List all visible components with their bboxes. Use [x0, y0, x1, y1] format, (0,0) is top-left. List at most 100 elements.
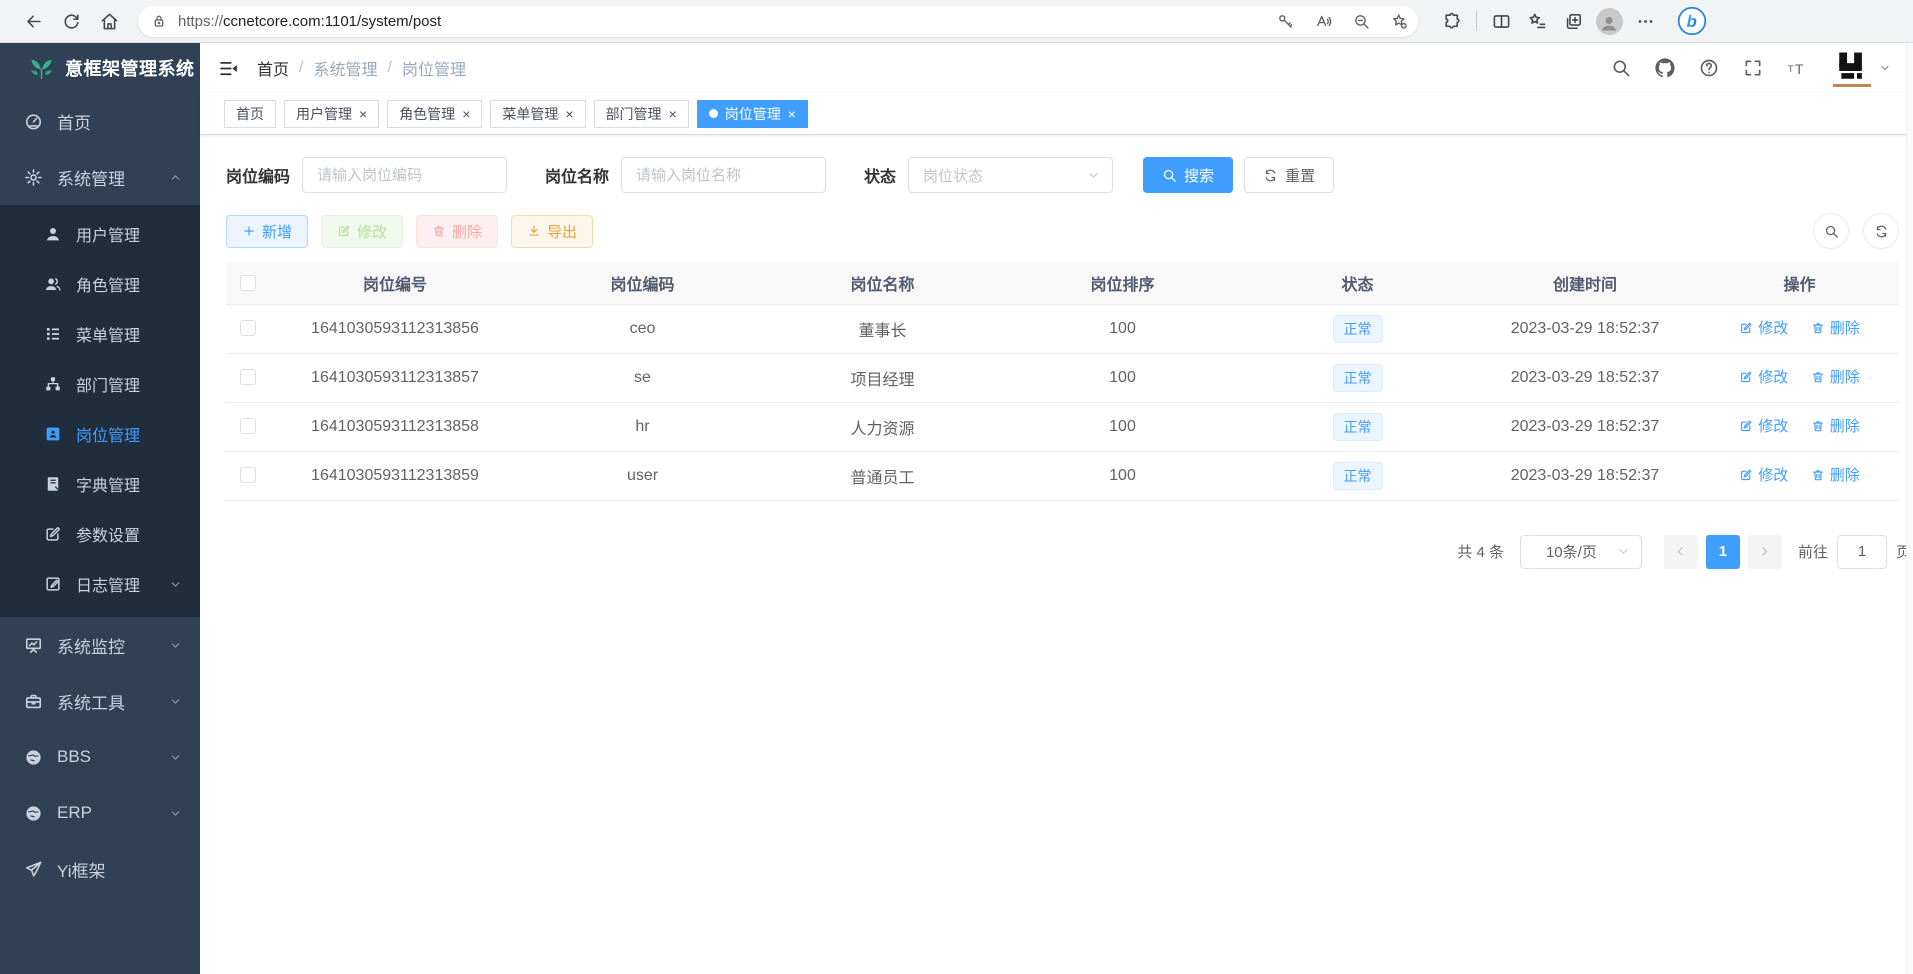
tab-close-icon[interactable]: ×: [565, 107, 573, 121]
browser-back-button[interactable]: [14, 4, 52, 38]
refresh-table-button[interactable]: [1863, 213, 1899, 249]
breadcrumb-home[interactable]: 首页: [257, 56, 289, 80]
tab-home[interactable]: 首页: [224, 100, 276, 128]
row-edit-link[interactable]: 修改: [1739, 366, 1788, 387]
status-badge[interactable]: 正常: [1333, 413, 1383, 441]
text-size-icon[interactable]: TT: [1787, 58, 1807, 78]
user-avatar[interactable]: [1833, 49, 1871, 87]
active-tab-dot: [709, 109, 718, 118]
sidebar-item-menu-management[interactable]: 菜单管理: [0, 309, 200, 359]
goto-page-input[interactable]: [1837, 535, 1887, 569]
tab-menu-management[interactable]: 菜单管理×: [490, 100, 585, 128]
tab-close-icon[interactable]: ×: [669, 107, 677, 121]
delete-button[interactable]: 删除: [416, 215, 498, 248]
show-search-toggle-button[interactable]: [1813, 213, 1849, 249]
row-delete-link[interactable]: 删除: [1811, 366, 1860, 387]
page-number-1[interactable]: 1: [1706, 535, 1740, 569]
reset-button[interactable]: 重置: [1244, 157, 1334, 193]
header-actions: TT: [1587, 49, 1891, 87]
row-edit-link[interactable]: 修改: [1739, 464, 1788, 485]
tab-close-icon[interactable]: ×: [462, 107, 470, 121]
favorites-button[interactable]: [1519, 4, 1555, 38]
page-size-select[interactable]: 10条/页: [1520, 535, 1642, 569]
next-page-button[interactable]: [1748, 535, 1782, 569]
row-delete-link[interactable]: 删除: [1811, 415, 1860, 436]
sidebar-item-bbs[interactable]: BBS: [0, 729, 200, 785]
status-badge[interactable]: 正常: [1333, 364, 1383, 392]
profile-button[interactable]: [1591, 4, 1627, 38]
table-row[interactable]: 1641030593112313856 ceo 董事长 100 正常 2023-…: [226, 304, 1899, 353]
collections-button[interactable]: [1555, 4, 1591, 38]
sidebar-item-system-tools[interactable]: 系统工具: [0, 673, 200, 729]
address-bar[interactable]: https://ccnetcore.com:1101/system/post: [138, 6, 1418, 37]
status-select[interactable]: 岗位状态: [908, 157, 1113, 193]
help-icon[interactable]: [1699, 58, 1719, 78]
prev-page-button[interactable]: [1664, 535, 1698, 569]
post-code-input[interactable]: [302, 157, 507, 193]
split-screen-button[interactable]: [1483, 4, 1519, 38]
tab-dept-management[interactable]: 部门管理×: [594, 100, 689, 128]
sidebar-item-system-monitor[interactable]: 系统监控: [0, 617, 200, 673]
row-checkbox[interactable]: [240, 369, 256, 385]
post-name-input[interactable]: [621, 157, 826, 193]
column-header: 状态: [1245, 262, 1470, 304]
search-icon: [1824, 224, 1839, 239]
browser-menu-button[interactable]: [1627, 4, 1663, 38]
sidebar-item-user-management[interactable]: 用户管理: [0, 209, 200, 259]
sidebar-item-erp[interactable]: ERP: [0, 785, 200, 841]
select-all-checkbox[interactable]: [240, 275, 256, 291]
read-aloud-icon[interactable]: [1315, 13, 1332, 30]
tab-role-management[interactable]: 角色管理×: [387, 100, 482, 128]
row-edit-link[interactable]: 修改: [1739, 415, 1788, 436]
sidebar-item-system-management[interactable]: 系统管理: [0, 149, 200, 205]
sidebar-item-label: 字典管理: [76, 472, 182, 496]
fullscreen-icon[interactable]: [1743, 58, 1763, 78]
sidebar-item-label: 日志管理: [76, 572, 169, 596]
password-key-icon[interactable]: [1277, 13, 1294, 30]
favorite-add-icon[interactable]: [1391, 13, 1408, 30]
row-delete-link[interactable]: 删除: [1811, 464, 1860, 485]
sidebar-item-log-management[interactable]: 日志管理: [0, 559, 200, 609]
extensions-button[interactable]: [1434, 4, 1470, 38]
tab-user-management[interactable]: 用户管理×: [284, 100, 379, 128]
toolbox-icon: [24, 692, 43, 711]
github-icon[interactable]: [1655, 58, 1675, 78]
status-badge[interactable]: 正常: [1333, 315, 1383, 343]
avatar-logo: [1833, 49, 1871, 83]
page-size-value: 10条/页: [1546, 541, 1597, 562]
avatar-caret-down-icon[interactable]: [1879, 62, 1891, 74]
edit-button[interactable]: 修改: [321, 215, 403, 248]
row-checkbox[interactable]: [240, 467, 256, 483]
status-badge[interactable]: 正常: [1333, 462, 1383, 490]
tab-close-icon[interactable]: ×: [359, 107, 367, 121]
sidebar-item-dept-management[interactable]: 部门管理: [0, 359, 200, 409]
export-button[interactable]: 导出: [511, 215, 593, 248]
browser-refresh-button[interactable]: [52, 4, 90, 38]
tab-close-icon[interactable]: ×: [788, 107, 796, 121]
sidebar-item-post-management[interactable]: 岗位管理: [0, 409, 200, 459]
breadcrumb-system[interactable]: 系统管理: [313, 56, 377, 80]
zoom-out-icon[interactable]: [1353, 13, 1370, 30]
sidebar-item-role-management[interactable]: 角色管理: [0, 259, 200, 309]
page-scrollbar[interactable]: [1906, 43, 1913, 974]
row-checkbox[interactable]: [240, 320, 256, 336]
row-checkbox[interactable]: [240, 418, 256, 434]
sidebar-item-yi-framework[interactable]: Yi框架: [0, 841, 200, 897]
svg-text:T: T: [1795, 62, 1804, 78]
sidebar-item-dict-management[interactable]: 字典管理: [0, 459, 200, 509]
table-row[interactable]: 1641030593112313857 se 项目经理 100 正常 2023-…: [226, 353, 1899, 402]
row-edit-link[interactable]: 修改: [1739, 317, 1788, 338]
table-row[interactable]: 1641030593112313859 user 普通员工 100 正常 202…: [226, 451, 1899, 500]
table-row[interactable]: 1641030593112313858 hr 人力资源 100 正常 2023-…: [226, 402, 1899, 451]
header-search-icon[interactable]: [1611, 58, 1631, 78]
add-button[interactable]: 新增: [226, 215, 308, 248]
row-delete-link[interactable]: 删除: [1811, 317, 1860, 338]
sidebar-item-home[interactable]: 首页: [0, 93, 200, 149]
search-button[interactable]: 搜索: [1143, 157, 1233, 193]
copilot-bing-button[interactable]: b: [1677, 6, 1707, 36]
sidebar-collapse-icon[interactable]: [218, 58, 239, 79]
browser-home-button[interactable]: [90, 4, 128, 38]
sidebar-item-param-settings[interactable]: 参数设置: [0, 509, 200, 559]
trash-icon: [1811, 321, 1825, 335]
tab-post-management[interactable]: 岗位管理×: [697, 100, 808, 128]
